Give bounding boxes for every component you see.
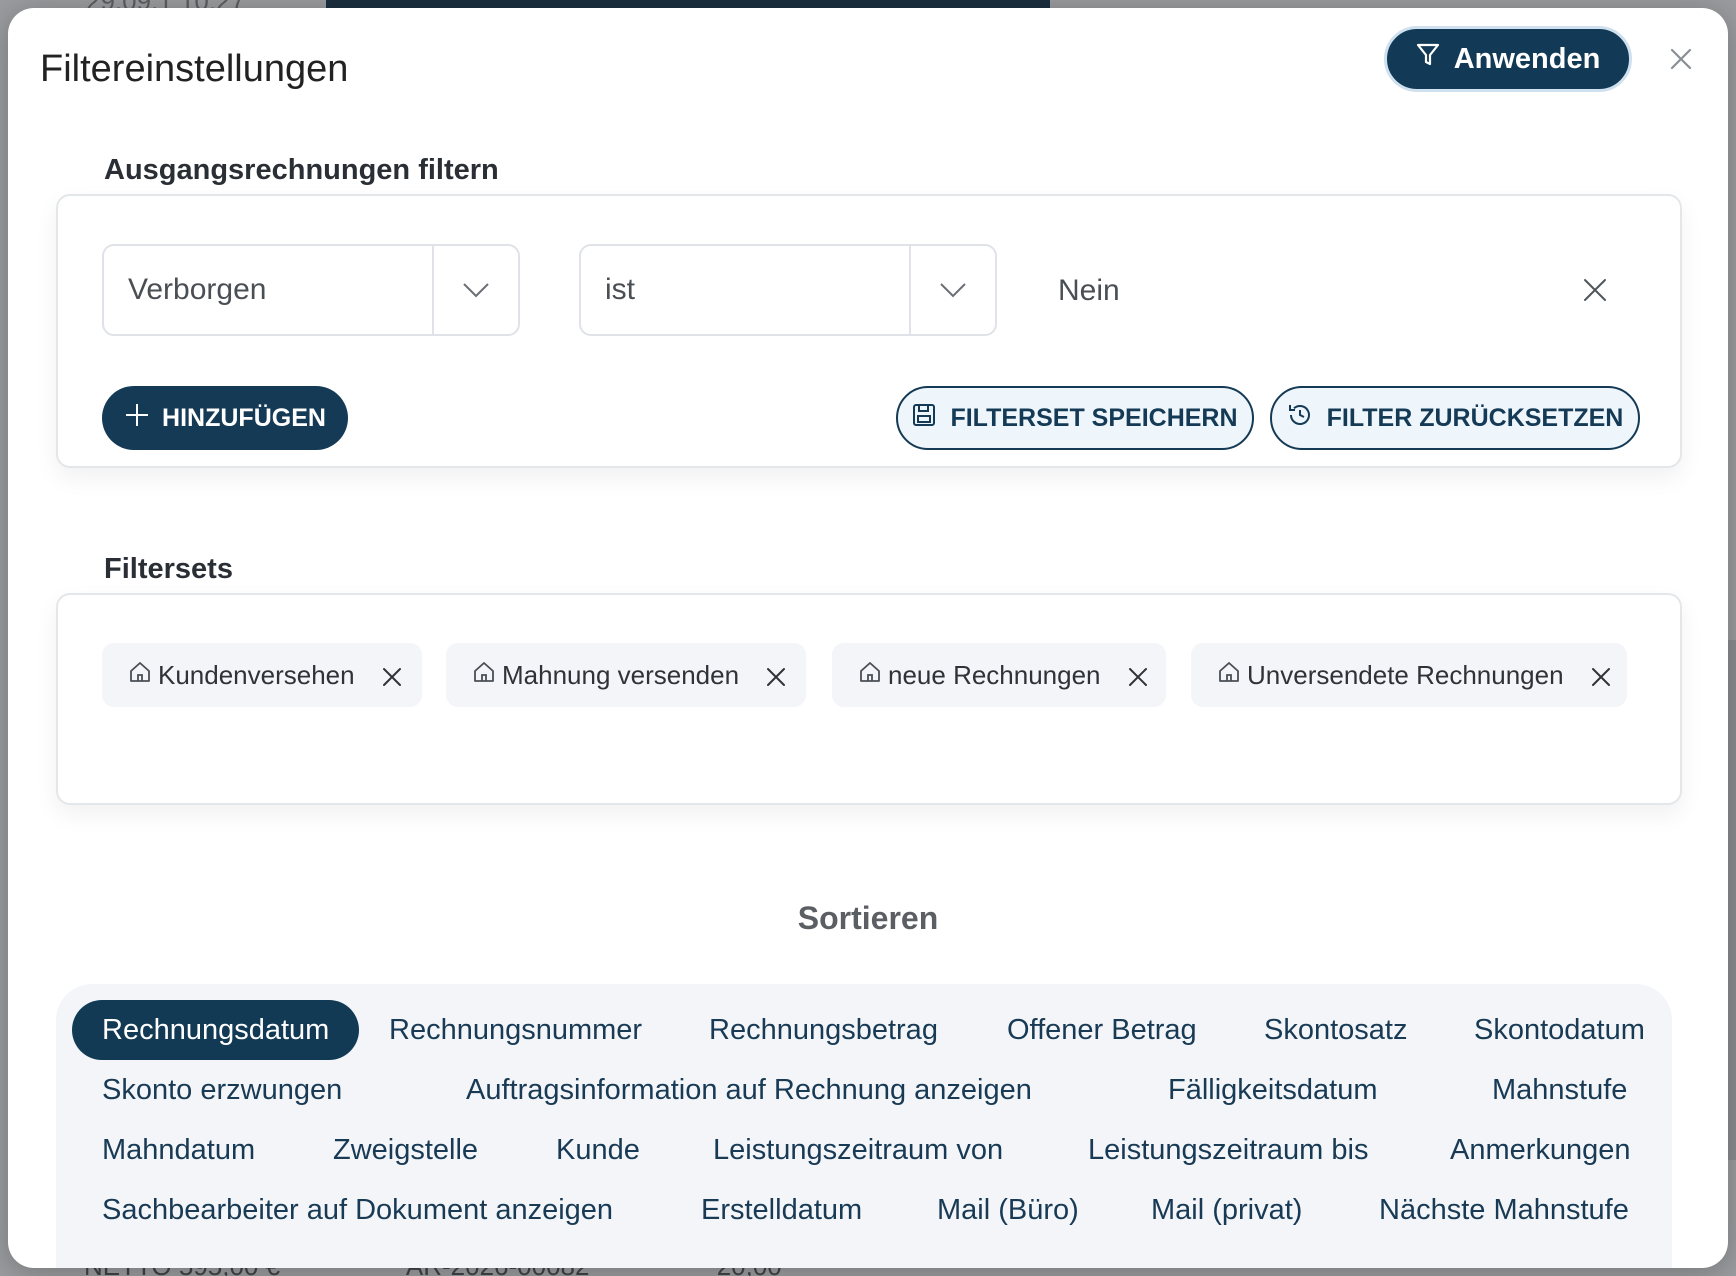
save-filterset-button[interactable]: FILTERSET SPEICHERN [896, 386, 1254, 450]
sort-heading: Sortieren [797, 900, 939, 936]
reset-filter-button[interactable]: FILTER ZURÜCKSETZEN [1270, 386, 1640, 450]
sort-option[interactable]: Mahnstufe [1492, 1060, 1627, 1120]
apply-label: Anwenden [1453, 42, 1601, 75]
sort-option[interactable]: Kunde [556, 1120, 640, 1180]
sort-options-panel: Rechnungsdatum Rechnungsnummer Rechnungs… [56, 984, 1672, 1268]
sort-option-active[interactable]: Rechnungsdatum [72, 1000, 360, 1060]
background-right-edge [1728, 640, 1736, 1160]
floppy-disk-icon [912, 403, 936, 434]
filter-operator-value: ist [605, 273, 635, 306]
sort-option[interactable]: Mahndatum [102, 1120, 255, 1180]
sort-option[interactable]: Rechnungsnummer [389, 1000, 642, 1060]
filterset-chip[interactable]: Unversendete Rechnungen [1191, 643, 1627, 707]
remove-filterset-icon[interactable] [1590, 664, 1612, 686]
sort-option[interactable]: Leistungszeitraum von [713, 1120, 1003, 1180]
sort-option[interactable]: Leistungszeitraum bis [1088, 1120, 1368, 1180]
filter-settings-modal: Filtereinstellungen Anwenden Ausgangsrec… [8, 8, 1728, 1268]
chevron-down-icon[interactable] [909, 246, 995, 334]
background-header-strip [326, 0, 1050, 8]
remove-filterset-icon[interactable] [381, 664, 403, 686]
history-icon [1287, 402, 1313, 435]
save-filterset-label: FILTERSET SPEICHERN [950, 403, 1238, 432]
filtersets-card: Kundenversehen Mahnung versenden neue Re… [56, 593, 1682, 805]
sort-option[interactable]: Skontosatz [1264, 1000, 1407, 1060]
sort-option[interactable]: Offener Betrag [1007, 1000, 1197, 1060]
home-icon [858, 660, 882, 691]
sort-option[interactable]: Mail (privat) [1151, 1180, 1302, 1240]
filter-section-label: Ausgangsrechnungen filtern [104, 154, 499, 186]
filter-operator-select[interactable]: ist [579, 244, 997, 336]
filter-card: Verborgen ist Nein HINZUFÜGEN FILTERSET … [56, 194, 1682, 468]
plus-icon [124, 402, 150, 435]
sort-option[interactable]: Skonto erzwungen [102, 1060, 342, 1120]
filterset-chip[interactable]: Mahnung versenden [446, 643, 806, 707]
sort-option[interactable]: Rechnungsbetrag [709, 1000, 938, 1060]
remove-filter-icon[interactable] [1580, 275, 1610, 305]
filter-value-input[interactable]: Nein [1058, 274, 1120, 308]
remove-filterset-icon[interactable] [1127, 664, 1149, 686]
filter-field-select[interactable]: Verborgen [102, 244, 520, 336]
home-icon [472, 660, 496, 691]
sort-option[interactable]: Zweigstelle [333, 1120, 478, 1180]
sort-option[interactable]: Skontodatum [1474, 1000, 1645, 1060]
filterset-chip-label: neue Rechnungen [888, 659, 1101, 690]
filterset-chip-label: Mahnung versenden [502, 659, 740, 690]
sort-option[interactable]: Mail (Büro) [937, 1180, 1079, 1240]
filter-field-value: Verborgen [128, 273, 267, 306]
add-filter-label: HINZUFÜGEN [162, 403, 326, 432]
sort-option[interactable]: Nächste Mahnstufe [1379, 1180, 1629, 1240]
remove-filterset-icon[interactable] [765, 664, 787, 686]
sort-option[interactable]: Anmerkungen [1450, 1120, 1631, 1180]
sort-option[interactable]: Sachbearbeiter auf Dokument anzeigen [102, 1180, 613, 1240]
apply-button[interactable]: Anwenden [1384, 26, 1632, 92]
filterset-chip-label: Kundenversehen [158, 659, 355, 690]
add-filter-button[interactable]: HINZUFÜGEN [102, 386, 348, 450]
home-icon [1217, 660, 1241, 691]
filter-icon [1416, 42, 1440, 76]
reset-filter-label: FILTER ZURÜCKSETZEN [1326, 403, 1624, 432]
filterset-chip-label: Unversendete Rechnungen [1247, 659, 1564, 690]
modal-title: Filtereinstellungen [40, 48, 349, 90]
sort-option[interactable]: Auftragsinformation auf Rechnung anzeige… [466, 1060, 1032, 1120]
close-icon[interactable] [1664, 42, 1698, 76]
chevron-down-icon[interactable] [432, 246, 518, 334]
filterset-chip[interactable]: neue Rechnungen [832, 643, 1166, 707]
filterset-chip[interactable]: Kundenversehen [102, 643, 422, 707]
home-icon [128, 660, 152, 691]
filtersets-label: Filtersets [104, 553, 233, 585]
sort-option[interactable]: Fälligkeitsdatum [1168, 1060, 1378, 1120]
sort-option[interactable]: Erstelldatum [701, 1180, 862, 1240]
